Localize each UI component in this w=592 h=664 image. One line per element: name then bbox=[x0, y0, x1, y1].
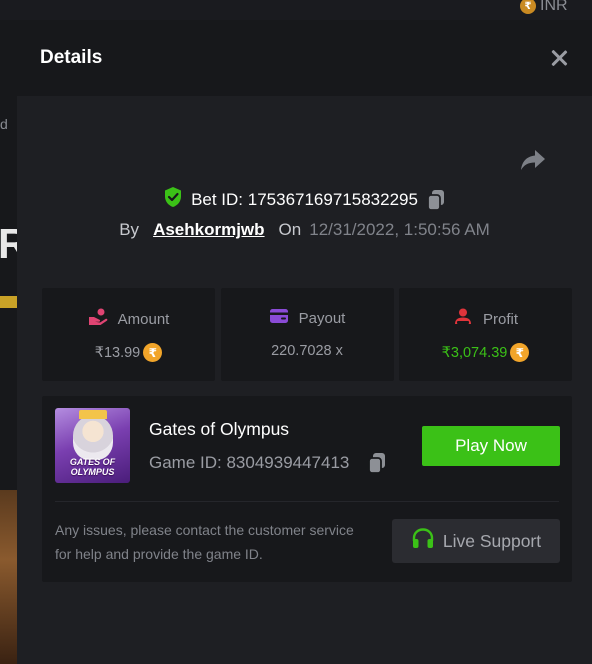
copy-icon[interactable] bbox=[367, 452, 387, 474]
game-name: Gates of Olympus bbox=[149, 419, 290, 439]
bet-stats: Amount ₹13.99 ₹ Payout 220.7028 x Profit… bbox=[42, 288, 572, 381]
headset-icon bbox=[411, 527, 435, 556]
on-label: On bbox=[278, 220, 302, 239]
profit-card: Profit ₹3,074.39 ₹ bbox=[399, 288, 572, 381]
shield-check-icon bbox=[163, 186, 183, 213]
game-thumbnail[interactable]: GATES OF OLYMPUS bbox=[55, 408, 130, 483]
by-label: By bbox=[119, 220, 140, 239]
game-id: Game ID: 8304939447413 bbox=[149, 453, 350, 472]
currency-label: INR bbox=[540, 0, 568, 14]
amount-value: ₹13.99 bbox=[94, 344, 141, 361]
background-topbar bbox=[0, 0, 592, 20]
wallet-icon bbox=[269, 308, 289, 328]
bet-details-modal: Details Bet ID: 175367169715832295 By As… bbox=[17, 20, 592, 664]
payout-card: Payout 220.7028 x bbox=[220, 288, 394, 381]
bet-id-value: 175367169715832295 bbox=[247, 189, 418, 209]
modal-header: Details bbox=[17, 20, 592, 96]
hand-coins-icon bbox=[88, 308, 108, 330]
share-icon[interactable] bbox=[519, 148, 547, 172]
close-icon[interactable] bbox=[549, 48, 569, 68]
bet-meta-row: By Asehkormjwb On 12/31/2022, 1:50:56 AM bbox=[17, 220, 592, 240]
profit-value: ₹3,074.39 bbox=[441, 344, 508, 361]
divider bbox=[55, 501, 559, 502]
user-money-icon bbox=[453, 308, 473, 330]
username-link[interactable]: Asehkormjwb bbox=[153, 220, 264, 240]
background-page-edge: d R bbox=[0, 20, 18, 664]
play-now-button[interactable]: Play Now bbox=[422, 426, 560, 466]
amount-card: Amount ₹13.99 ₹ bbox=[42, 288, 215, 381]
modal-title: Details bbox=[40, 47, 103, 68]
currency-selector[interactable]: ₹ INR bbox=[520, 0, 568, 15]
game-card: GATES OF OLYMPUS Gates of Olympus Game I… bbox=[42, 396, 572, 582]
copy-icon[interactable] bbox=[426, 189, 446, 211]
bet-id-text: Bet ID: 175367169715832295 bbox=[191, 189, 418, 209]
payout-value: 220.7028 x bbox=[271, 343, 343, 359]
live-support-button[interactable]: Live Support bbox=[392, 519, 560, 563]
inr-coin-icon: ₹ bbox=[510, 343, 530, 362]
payout-label: Payout bbox=[298, 309, 346, 327]
bet-id-row: Bet ID: 175367169715832295 bbox=[17, 186, 592, 213]
profit-label: Profit bbox=[482, 310, 518, 328]
inr-coin-icon: ₹ bbox=[520, 0, 536, 14]
live-support-label: Live Support bbox=[442, 530, 542, 551]
support-hint-text: Any issues, please contact the customer … bbox=[55, 522, 354, 562]
inr-coin-icon: ₹ bbox=[143, 343, 163, 362]
amount-label: Amount bbox=[117, 310, 170, 328]
bet-datetime: 12/31/2022, 1:50:56 AM bbox=[309, 220, 490, 239]
